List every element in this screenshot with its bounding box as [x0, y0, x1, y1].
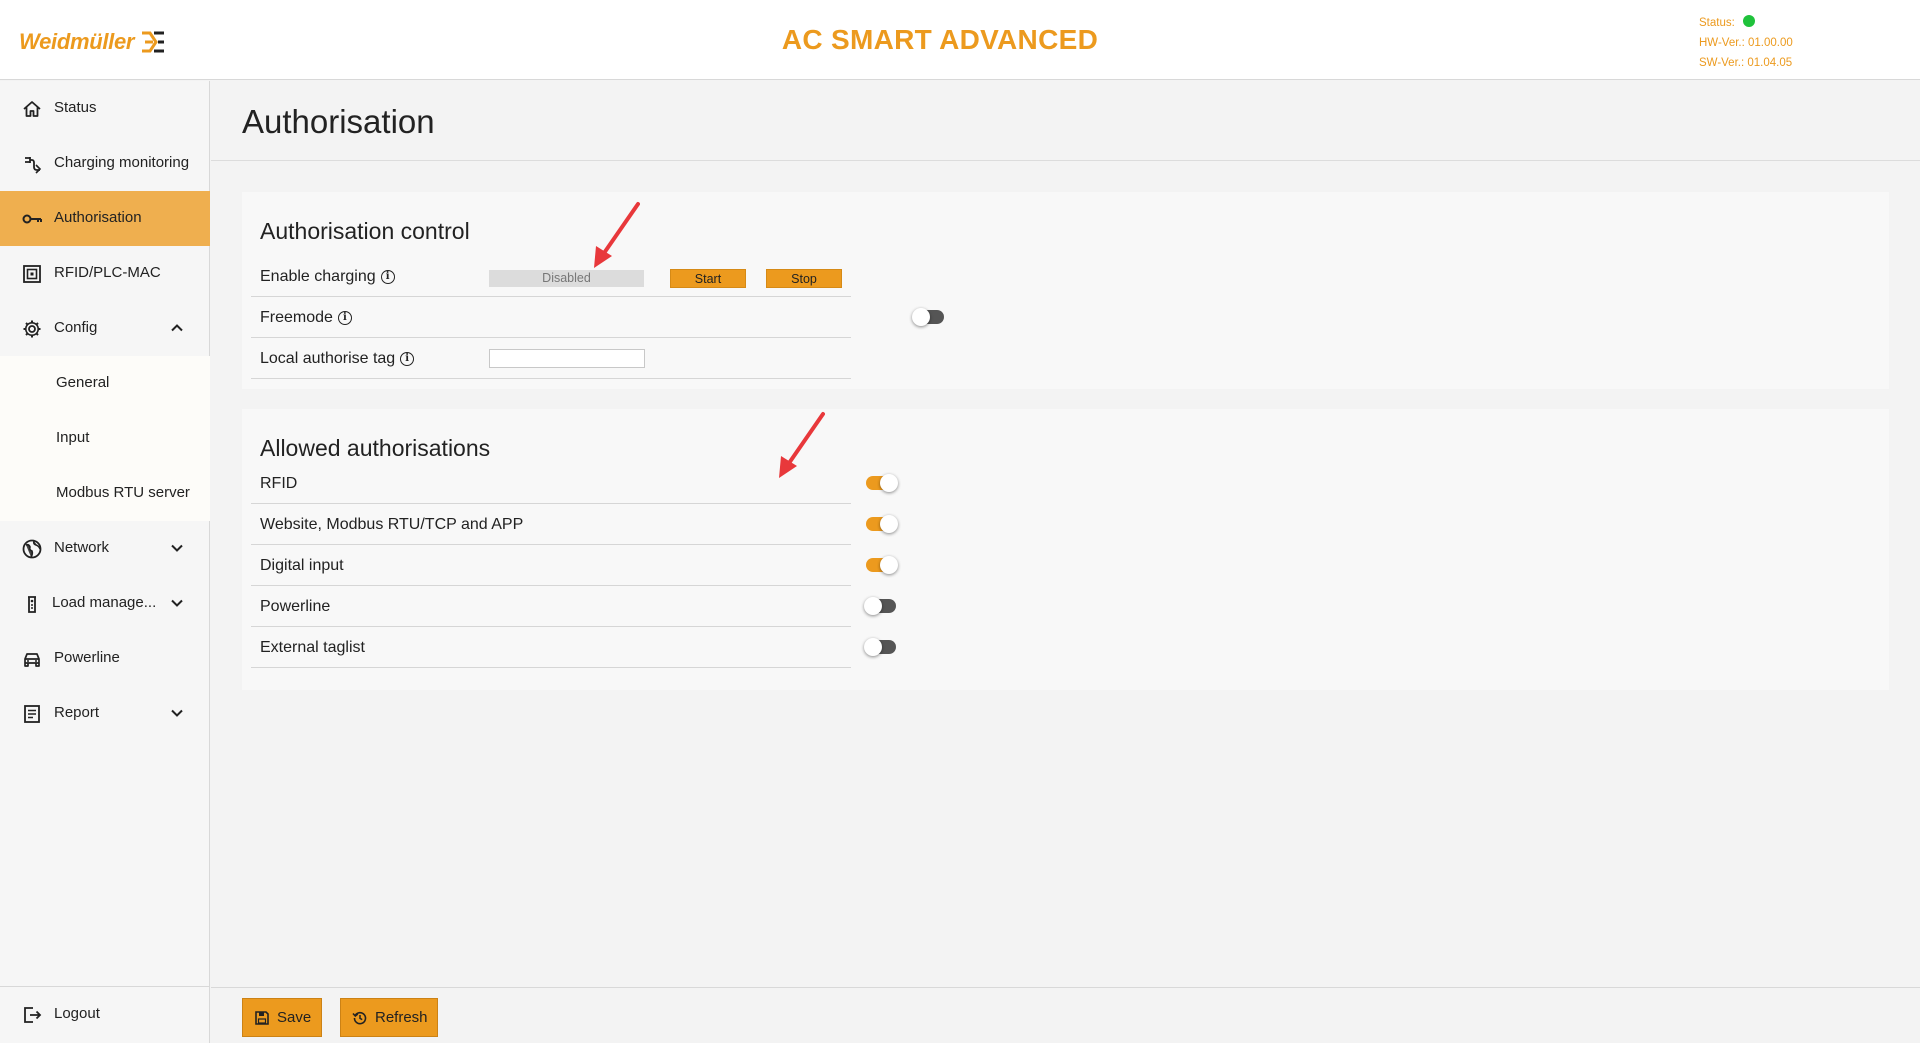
- refresh-label: Refresh: [375, 1009, 428, 1026]
- sidebar-item-network[interactable]: Network: [0, 521, 210, 576]
- sidebar-item-rfid-plc-mac[interactable]: RFID/PLC-MAC: [0, 246, 210, 301]
- info-icon[interactable]: i: [400, 352, 415, 366]
- digital-input-toggle[interactable]: [866, 556, 898, 574]
- local-authorise-tag-input[interactable]: [489, 349, 645, 368]
- info-icon[interactable]: i: [337, 311, 352, 325]
- sidebar-item-authorisation[interactable]: Authorisation: [0, 191, 210, 246]
- sidebar-item-load-management[interactable]: Load manage...: [0, 576, 210, 631]
- app-title: AC SMART ADVANCED: [781, 24, 1099, 55]
- chevron-down-icon: [171, 544, 183, 552]
- annotation-arrow: [779, 412, 825, 478]
- sidebar-item-label: Report: [54, 704, 100, 721]
- chevron-down-icon: [171, 709, 183, 717]
- card-title: Allowed authorisations: [260, 435, 491, 461]
- info-icon[interactable]: i: [380, 270, 395, 284]
- key-icon: [22, 214, 42, 224]
- rfid-label: RFID: [260, 475, 298, 492]
- sidebar-item-powerline[interactable]: Powerline: [0, 631, 210, 686]
- toggle-knob: [880, 515, 898, 533]
- external-taglist-row: External taglist: [251, 627, 896, 668]
- status-line: Status:: [1699, 13, 1793, 33]
- external-taglist-toggle[interactable]: [864, 638, 896, 656]
- powerline-label: Powerline: [260, 598, 331, 615]
- save-icon: [255, 1010, 269, 1025]
- load-management-icon: [28, 596, 36, 613]
- globe-icon: [22, 539, 42, 559]
- sidebar-item-label: Modbus RTU server: [56, 484, 190, 501]
- page-title: Authorisation: [242, 103, 435, 140]
- toggle-knob: [880, 474, 898, 492]
- save-label: Save: [277, 1009, 312, 1026]
- toggle-knob: [864, 597, 882, 615]
- enable-charging-label: Enable charging i: [260, 268, 395, 286]
- rfid-toggle[interactable]: [866, 474, 898, 492]
- sidebar-item-input[interactable]: Input: [0, 411, 210, 466]
- save-button[interactable]: Save: [242, 998, 322, 1037]
- sidebar-item-status[interactable]: Status: [0, 81, 210, 136]
- report-icon: [24, 705, 40, 723]
- freemode-row: Freemode i: [251, 297, 944, 338]
- digital-input-row: Digital input: [251, 545, 898, 586]
- annotation-arrow: [594, 202, 640, 268]
- sidebar-item-label: Status: [54, 99, 97, 116]
- website-modbus-app-toggle[interactable]: [866, 515, 898, 533]
- sidebar-item-label: Powerline: [54, 649, 120, 666]
- sidebar: Status Charging monitoring Authorisation…: [0, 81, 210, 1043]
- sidebar-item-label: Config: [54, 319, 98, 336]
- rfid-row: RFID: [251, 463, 898, 504]
- car-icon: [24, 653, 40, 667]
- sidebar-item-label: Network: [54, 539, 110, 556]
- sidebar-item-label: Load manage...: [52, 594, 157, 611]
- toggle-knob: [880, 556, 898, 574]
- powerline-row: Powerline: [251, 586, 896, 627]
- rfid-card-icon: [23, 265, 41, 283]
- chevron-down-icon: [171, 599, 183, 607]
- refresh-button[interactable]: Refresh: [340, 998, 438, 1037]
- allowed-authorisations-card: Allowed authorisations RFID Website, Mod…: [242, 409, 1889, 690]
- logout-label: Logout: [54, 1005, 100, 1022]
- enable-charging-status-field: Disabled: [489, 270, 644, 287]
- sidebar-item-label: Authorisation: [54, 209, 142, 226]
- sidebar-item-label: Charging monitoring: [54, 154, 190, 171]
- digital-input-label: Digital input: [260, 557, 344, 574]
- stop-button[interactable]: Stop: [766, 269, 842, 288]
- page-header: Authorisation: [211, 81, 1920, 161]
- sidebar-item-general[interactable]: General: [0, 356, 210, 411]
- gear-icon: [23, 320, 41, 338]
- toggle-knob: [864, 638, 882, 656]
- footer-bar: Save Refresh: [211, 987, 1920, 1043]
- sidebar-item-label: General: [56, 374, 110, 391]
- website-modbus-app-row: Website, Modbus RTU/TCP and APP: [251, 504, 898, 545]
- sidebar-item-config[interactable]: Config: [0, 301, 210, 356]
- website-modbus-app-label: Website, Modbus RTU/TCP and APP: [260, 516, 524, 533]
- chevron-up-icon: [171, 324, 183, 332]
- charging-plug-icon: [25, 157, 42, 174]
- sidebar-item-charging-monitoring[interactable]: Charging monitoring: [0, 136, 210, 191]
- sidebar-item-label: RFID/PLC-MAC: [54, 264, 161, 281]
- card-title: Authorisation control: [260, 218, 470, 244]
- logout-button[interactable]: Logout: [0, 987, 210, 1042]
- home-icon: [23, 101, 41, 117]
- powerline-toggle[interactable]: [864, 597, 896, 615]
- hw-version: HW-Ver.: 01.00.00: [1699, 37, 1793, 49]
- logout-icon: [24, 1007, 42, 1023]
- sw-version: SW-Ver.: 01.04.05: [1699, 57, 1793, 69]
- status-label: Status:: [1699, 17, 1735, 29]
- start-button[interactable]: Start: [670, 269, 746, 288]
- top-header: Weidmüller AC SMART ADVANCED Status: HW-…: [0, 0, 1920, 80]
- device-info: Status: HW-Ver.: 01.00.00 SW-Ver.: 01.04…: [1699, 13, 1793, 73]
- status-indicator: [1742, 15, 1755, 27]
- external-taglist-label: External taglist: [260, 639, 365, 656]
- toggle-knob: [912, 308, 930, 326]
- refresh-history-icon: [352, 1011, 367, 1024]
- sidebar-item-report[interactable]: Report: [0, 686, 210, 741]
- freemode-toggle[interactable]: [912, 308, 944, 326]
- sidebar-item-label: Input: [56, 429, 90, 446]
- local-authorise-tag-label: Local authorise tag i: [260, 350, 415, 368]
- freemode-label: Freemode i: [260, 309, 352, 327]
- sidebar-item-modbus-rtu-server[interactable]: Modbus RTU server: [0, 466, 210, 521]
